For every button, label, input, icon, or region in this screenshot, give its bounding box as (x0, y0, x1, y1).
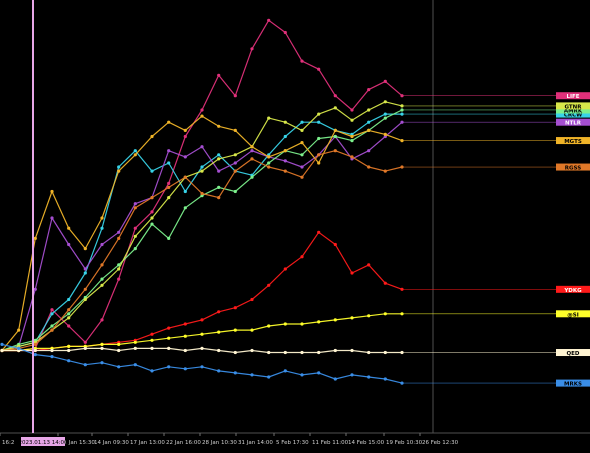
series-label-mgts: MGTS (564, 139, 582, 145)
x-tick-label: 5 Feb 17:30 (276, 440, 309, 446)
series-line-ntlr (1, 121, 403, 352)
x-tick-label: 11 Feb 11:00 (312, 440, 349, 446)
series-label-ntlr: NTLR (565, 121, 582, 127)
x-tick-label: 28 Jan 10:30 (202, 440, 237, 446)
series-line-life (2, 19, 403, 352)
x-tick-label: 17 Jan 13:00 (130, 440, 165, 446)
series-label-life: LIFE (566, 94, 579, 100)
chart: LIFE CRCW NTLR AMRK GTNR MGTS RGSS YDKG @SI QED MR… (0, 0, 590, 449)
series-label-si: @SI (567, 312, 579, 318)
x-tick-label: 16:2 (2, 440, 14, 446)
crosshair-date-label: 2023.01.13 14:00 (18, 440, 68, 446)
x-tick-label: 22 Jan 16:00 (166, 440, 201, 446)
chart-canvas: LIFECRCWNTLRAMRKGTNRMGTSRGSSYDKG@SIQEDMR… (0, 0, 590, 446)
series-label-rgss: RGSS (565, 166, 581, 172)
series-label-qed: QED (567, 351, 580, 357)
x-tick-label: 14 Feb 15:00 (348, 440, 385, 446)
series-label-mrks: MRKS (564, 382, 582, 388)
x-tick-label: 19 Feb 10:30 (386, 440, 423, 446)
x-tick-label: 14 Jan 09:30 (94, 440, 129, 446)
series-label-ydkg: YDKG (563, 288, 582, 294)
series-label-gtnr: GTNR (564, 104, 582, 110)
series-line-crcw (1, 113, 402, 352)
series-line-gtnr (1, 101, 403, 352)
x-tick-label: 31 Jan 14:00 (238, 440, 273, 446)
x-tick-label: 26 Feb 12:30 (422, 440, 459, 446)
